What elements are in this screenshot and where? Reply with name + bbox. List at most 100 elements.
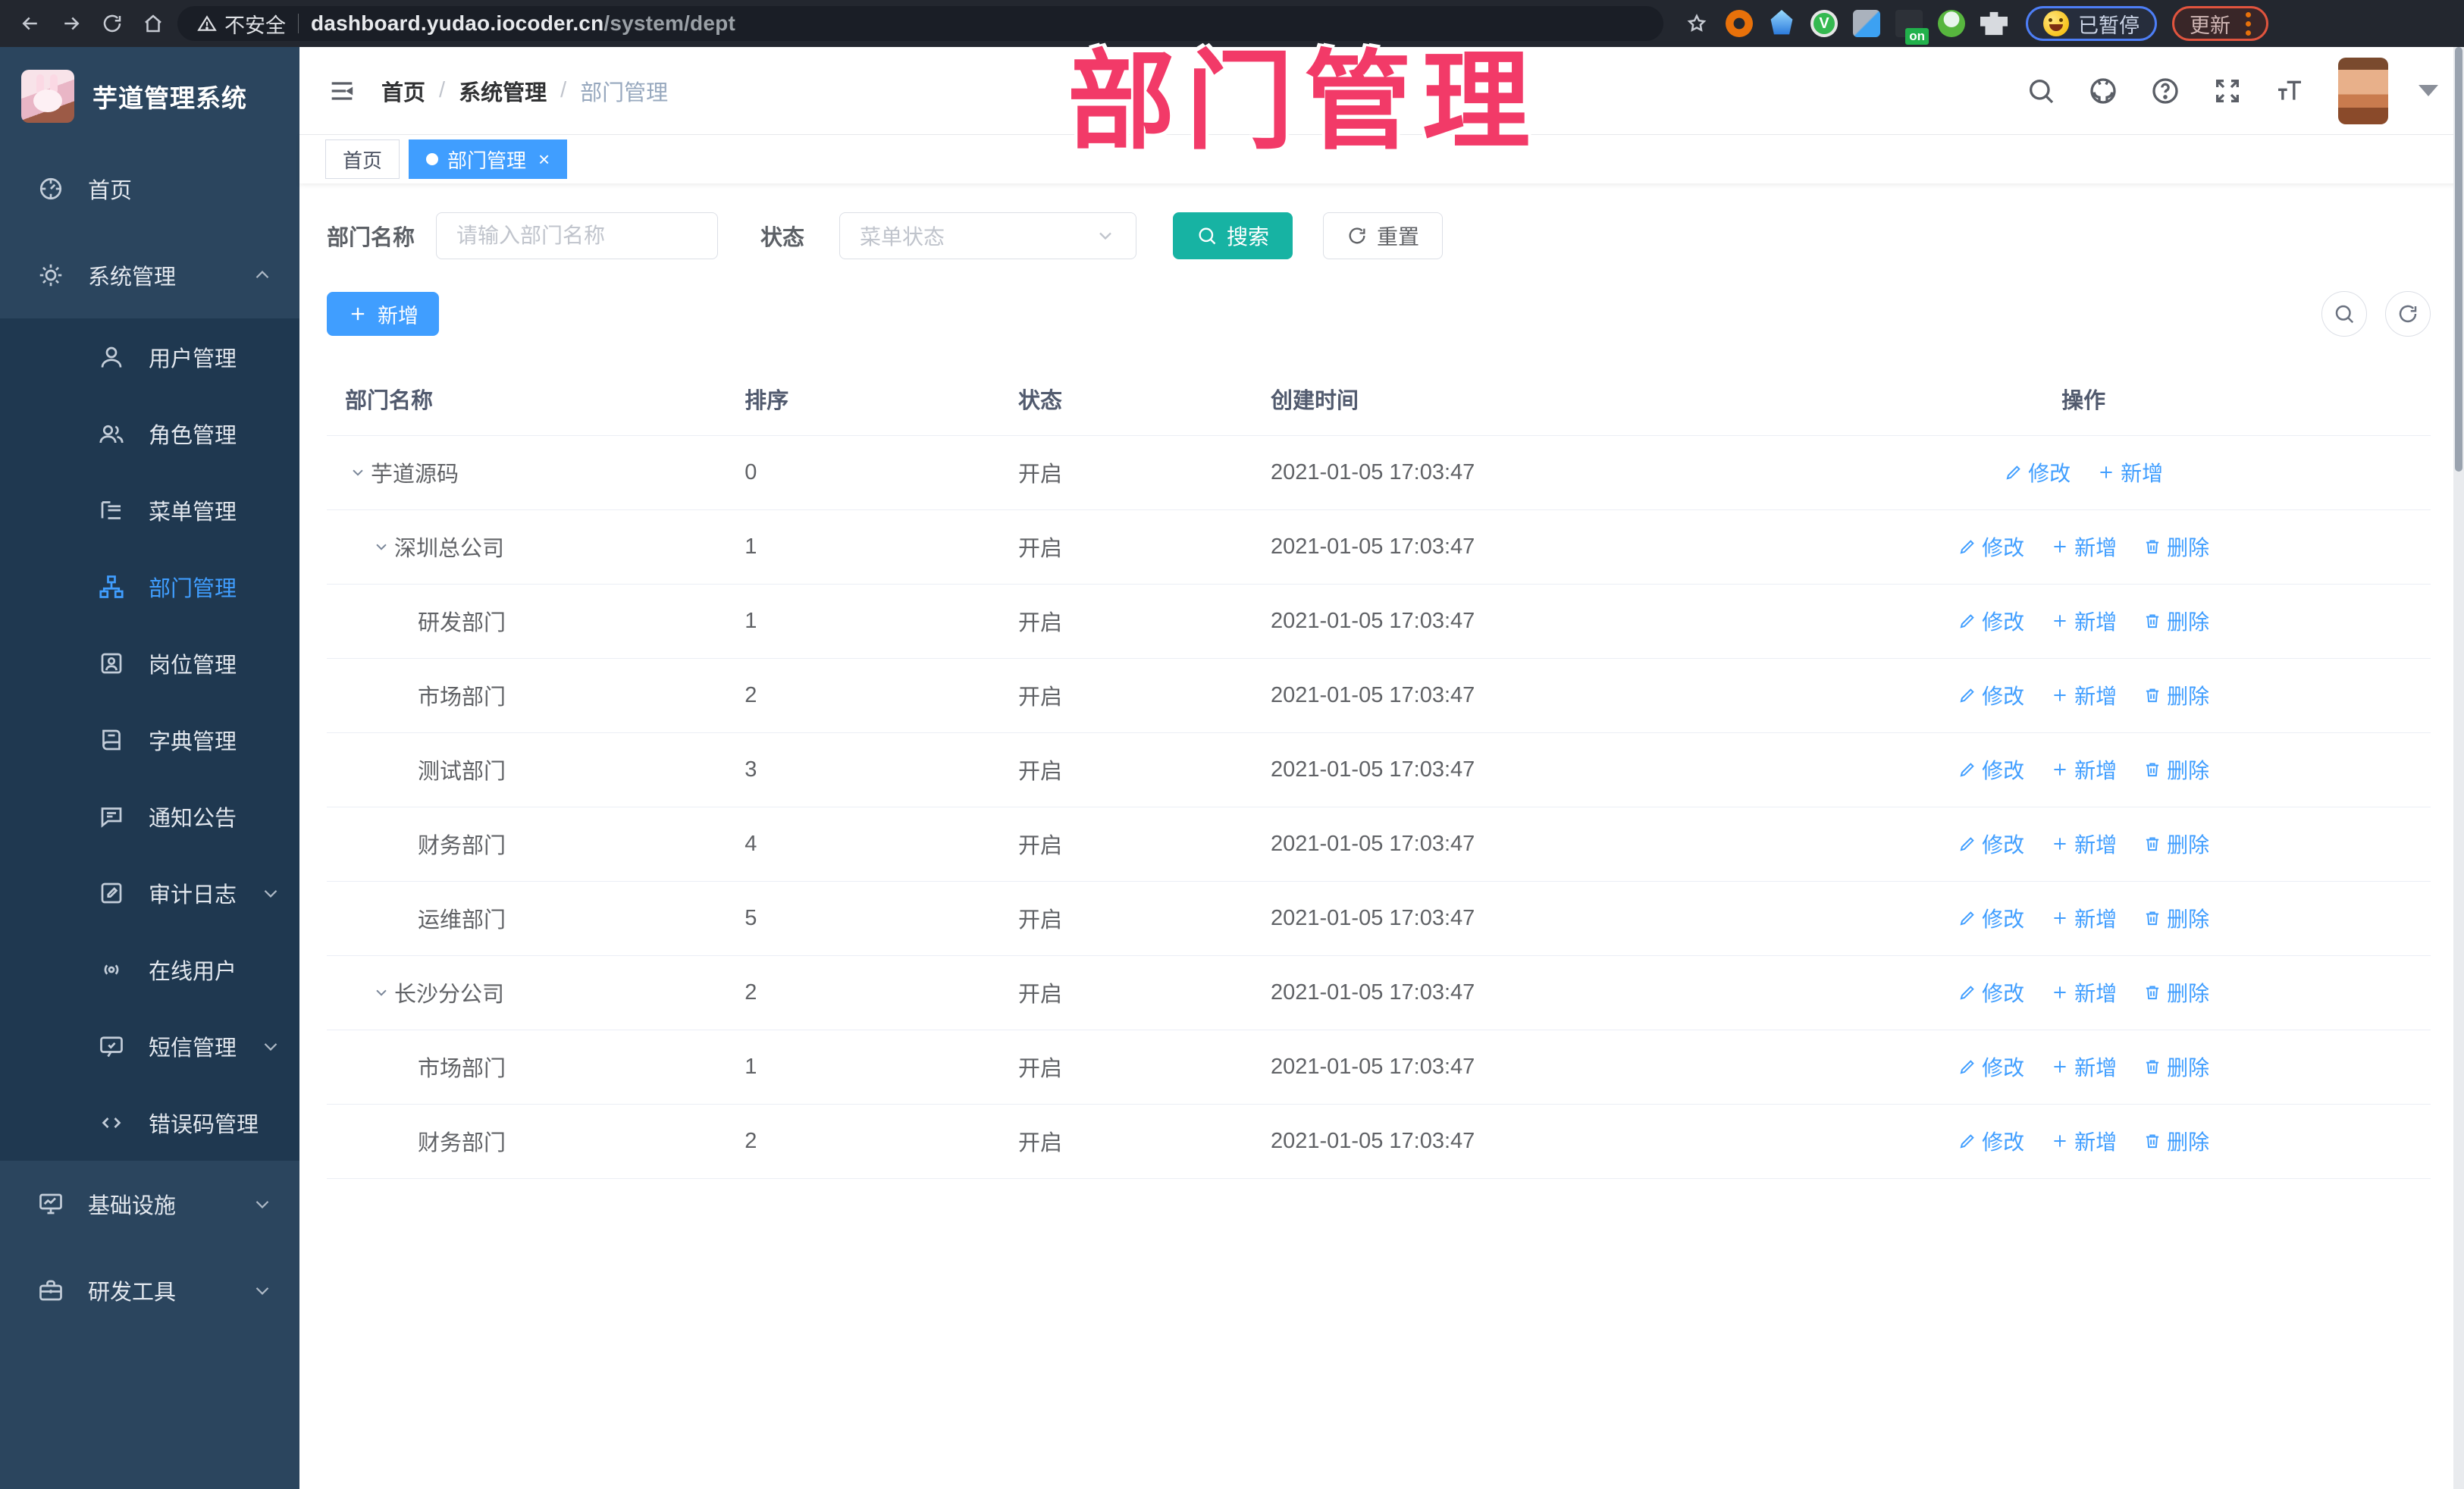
sms-message-icon <box>97 1032 126 1061</box>
sidebar-item-menu-mgmt[interactable]: 菜单管理 <box>0 472 299 548</box>
delete-link[interactable]: 删除 <box>2143 531 2209 562</box>
tab-dept-mgmt[interactable]: 部门管理 × <box>409 139 568 179</box>
forward-icon[interactable] <box>55 7 88 40</box>
sidebar-item-infra[interactable]: 基础设施 <box>0 1161 299 1247</box>
app-frame: 芋道管理系统 首页 系统管理 用户管理 角色管理 菜单管理 部门管理 岗位管理 字典管理 通知公… <box>0 47 2464 1489</box>
dept-created: 2021-01-05 17:03:47 <box>1252 1104 1737 1179</box>
sidebar-item-sms-mgmt[interactable]: 短信管理 <box>0 1008 299 1084</box>
notice-bubble-icon <box>97 802 126 831</box>
edit-link[interactable]: 修改 <box>1958 1126 2024 1156</box>
extension-row: V <box>1683 10 2008 45</box>
sidebar-item-home[interactable]: 首页 <box>0 146 299 232</box>
paused-label: 已暂停 <box>2078 14 2140 37</box>
log-edit-icon <box>97 879 126 908</box>
tab-home[interactable]: 首页 <box>325 139 400 179</box>
breadcrumb-system[interactable]: 系统管理 <box>459 75 547 107</box>
sidebar-item-label: 在线用户 <box>149 959 237 984</box>
sidebar-item-system[interactable]: 系统管理 <box>0 232 299 318</box>
delete-link[interactable]: 删除 <box>2143 977 2209 1008</box>
app-logo-row[interactable]: 芋道管理系统 <box>0 47 299 146</box>
sidebar-item-notice[interactable]: 通知公告 <box>0 778 299 854</box>
github-icon[interactable] <box>2082 70 2124 112</box>
dept-sort: 1 <box>726 584 1000 659</box>
gear-icon <box>36 261 65 290</box>
edit-link[interactable]: 修改 <box>1958 977 2024 1008</box>
extension-person-icon[interactable] <box>1938 10 1965 37</box>
add-link[interactable]: 新增 <box>2050 829 2117 859</box>
browser-update-button[interactable]: 更新 <box>2172 6 2268 41</box>
toggle-search-button[interactable] <box>2321 291 2367 337</box>
add-link[interactable]: 新增 <box>2096 457 2163 487</box>
table-body: 芋道源码 0 开启 2021-01-05 17:03:47 修改 新增 深圳总公司 1 开启 20… <box>327 435 2431 1179</box>
font-size-icon[interactable] <box>2268 70 2311 112</box>
user-avatar[interactable] <box>2338 57 2388 124</box>
add-button[interactable]: 新增 <box>327 292 439 336</box>
delete-link[interactable]: 删除 <box>2143 754 2209 785</box>
extension-grid-icon[interactable] <box>1853 10 1880 37</box>
scrollbar-thumb[interactable] <box>2455 47 2462 472</box>
add-link[interactable]: 新增 <box>2050 606 2117 636</box>
home-icon[interactable] <box>136 7 170 40</box>
extension-green-icon[interactable]: V <box>1810 10 1838 37</box>
browser-scrollbar[interactable] <box>2453 47 2464 1489</box>
plus-icon <box>2050 834 2070 854</box>
back-icon[interactable] <box>14 7 47 40</box>
extension-on-badge-icon[interactable] <box>1895 10 1929 45</box>
add-link[interactable]: 新增 <box>2050 977 2117 1008</box>
add-link[interactable]: 新增 <box>2050 1126 2117 1156</box>
sidebar-item-dev-tools[interactable]: 研发工具 <box>0 1247 299 1334</box>
table-toolbar: 新增 <box>327 291 2431 337</box>
sidebar-item-dict-mgmt[interactable]: 字典管理 <box>0 701 299 778</box>
sidebar-item-post-mgmt[interactable]: 岗位管理 <box>0 625 299 701</box>
sidebar-item-role-mgmt[interactable]: 角色管理 <box>0 395 299 472</box>
dept-name-input[interactable] <box>436 212 719 259</box>
help-icon[interactable] <box>2144 70 2187 112</box>
edit-link[interactable]: 修改 <box>1958 531 2024 562</box>
delete-link[interactable]: 删除 <box>2143 1126 2209 1156</box>
reload-icon[interactable] <box>96 7 129 40</box>
collapse-sidebar-icon[interactable] <box>325 74 359 108</box>
extension-orange-icon[interactable] <box>1726 10 1753 37</box>
user-menu-caret-icon[interactable] <box>2419 85 2438 96</box>
extensions-puzzle-icon[interactable] <box>1980 11 2008 36</box>
edit-link[interactable]: 修改 <box>1958 829 2024 859</box>
edit-link[interactable]: 修改 <box>1958 680 2024 710</box>
sidebar-item-error-code[interactable]: 错误码管理 <box>0 1084 299 1161</box>
sidebar-item-dept-mgmt[interactable]: 部门管理 <box>0 548 299 625</box>
delete-link[interactable]: 删除 <box>2143 903 2209 933</box>
delete-link[interactable]: 删除 <box>2143 1052 2209 1082</box>
refresh-table-button[interactable] <box>2385 291 2431 337</box>
add-link[interactable]: 新增 <box>2050 754 2117 785</box>
delete-link[interactable]: 删除 <box>2143 606 2209 636</box>
reset-button[interactable]: 重置 <box>1323 212 1444 259</box>
add-link[interactable]: 新增 <box>2050 903 2117 933</box>
edit-link[interactable]: 修改 <box>2004 457 2071 487</box>
add-link[interactable]: 新增 <box>2050 680 2117 710</box>
sidebar-item-online-user[interactable]: 在线用户 <box>0 931 299 1008</box>
add-link[interactable]: 新增 <box>2050 531 2117 562</box>
search-button[interactable]: 搜索 <box>1173 212 1293 259</box>
close-tab-icon[interactable]: × <box>538 148 550 171</box>
delete-link[interactable]: 删除 <box>2143 829 2209 859</box>
menu-kebab-icon[interactable] <box>2246 11 2251 36</box>
user-icon <box>97 343 126 371</box>
bookmark-star-icon[interactable] <box>1683 10 1710 37</box>
expand-caret-icon[interactable] <box>368 534 394 560</box>
dept-name: 研发部门 <box>418 611 506 635</box>
fullscreen-icon[interactable] <box>2206 70 2249 112</box>
sidebar-item-user-mgmt[interactable]: 用户管理 <box>0 318 299 395</box>
edit-link[interactable]: 修改 <box>1958 903 2024 933</box>
status-select[interactable]: 菜单状态 <box>839 212 1137 259</box>
expand-caret-icon[interactable] <box>345 459 371 485</box>
sidebar-item-audit-log[interactable]: 审计日志 <box>0 854 299 931</box>
search-icon[interactable] <box>2020 70 2062 112</box>
extension-drop-icon[interactable] <box>1770 10 1793 35</box>
edit-link[interactable]: 修改 <box>1958 754 2024 785</box>
edit-link[interactable]: 修改 <box>1958 1052 2024 1082</box>
breadcrumb-home[interactable]: 首页 <box>381 75 425 107</box>
delete-link[interactable]: 删除 <box>2143 680 2209 710</box>
edit-link[interactable]: 修改 <box>1958 606 2024 636</box>
add-link[interactable]: 新增 <box>2050 1052 2117 1082</box>
profile-paused-pill[interactable]: 已暂停 <box>2026 6 2157 41</box>
expand-caret-icon[interactable] <box>368 980 394 1005</box>
